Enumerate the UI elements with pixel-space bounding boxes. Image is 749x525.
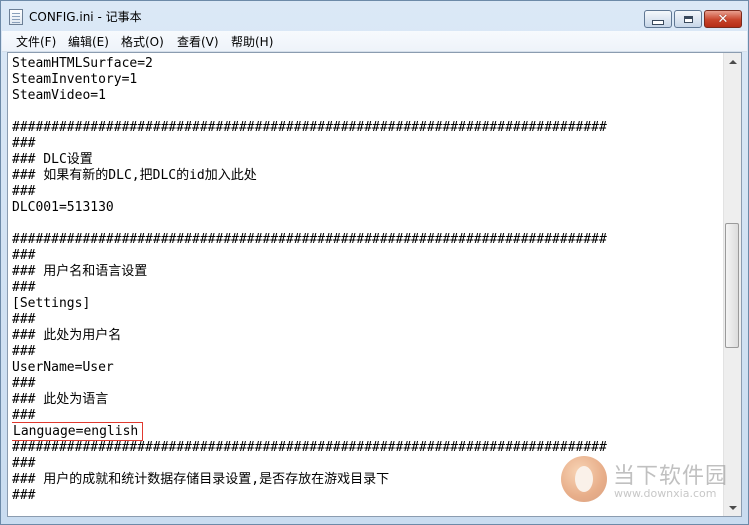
text-line: UserName=User xyxy=(12,360,114,375)
text-line: ### 如果有新的DLC,把DLC的id加入此处 xyxy=(12,168,257,183)
watermark-url: www.downxia.com xyxy=(614,487,717,500)
text-line: SteamVideo=1 xyxy=(12,88,106,103)
text-line: ### 此处为用户名 xyxy=(12,328,122,343)
text-line: SteamInventory=1 xyxy=(12,72,138,87)
window-title: CONFIG.ini - 记事本 xyxy=(29,10,142,24)
close-icon: ✕ xyxy=(717,11,729,27)
text-line: ########################################… xyxy=(12,440,607,455)
text-line: ### 此处为语言 xyxy=(12,392,109,407)
text-line: ### 用户名和语言设置 xyxy=(12,264,148,279)
menu-bar: 文件(F) 编辑(E) 格式(O) 查看(V) 帮助(H) xyxy=(2,31,747,52)
text-line xyxy=(12,216,720,232)
text-editor[interactable]: SteamHTMLSurface=2 SteamInventory=1 SteamV… xyxy=(7,52,742,517)
text-line: ### xyxy=(12,248,36,263)
arrow-down-icon xyxy=(728,505,737,510)
maximize-icon xyxy=(683,15,693,23)
watermark-logo-icon xyxy=(561,456,607,502)
text-line: SteamHTMLSurface=2 xyxy=(12,56,153,71)
text-content[interactable]: SteamHTMLSurface=2 SteamInventory=1 SteamV… xyxy=(12,56,720,514)
menu-edit[interactable]: 编辑(E) xyxy=(68,33,109,50)
text-line: ########################################… xyxy=(12,232,607,247)
text-line: ### xyxy=(12,280,36,295)
text-line: DLC001=513130 xyxy=(12,200,114,215)
text-line: ### xyxy=(12,312,36,327)
menu-file[interactable]: 文件(F) xyxy=(16,33,56,50)
text-line xyxy=(12,104,720,120)
menu-format[interactable]: 格式(O) xyxy=(121,33,164,50)
text-line: ########################################… xyxy=(12,120,607,135)
text-line: ### xyxy=(12,184,36,199)
scroll-thumb[interactable] xyxy=(725,223,739,348)
minimize-button[interactable] xyxy=(644,10,672,28)
close-button[interactable]: ✕ xyxy=(704,10,742,28)
vertical-scrollbar[interactable] xyxy=(723,53,741,516)
watermark-name: 当下软件园 xyxy=(613,464,729,489)
text-line: ### xyxy=(12,344,36,359)
watermark: 当下软件园 www.downxia.com xyxy=(561,456,741,506)
notepad-window: CONFIG.ini - 记事本 ✕ 文件(F) 编辑(E) 格式(O) 查看(… xyxy=(0,0,749,525)
maximize-button[interactable] xyxy=(674,10,702,28)
highlighted-line: Language=english xyxy=(12,422,720,441)
text-line: ### xyxy=(12,136,36,151)
arrow-up-icon xyxy=(728,59,737,64)
menu-view[interactable]: 查看(V) xyxy=(177,33,219,50)
text-line: ### xyxy=(12,408,36,423)
text-line: ### xyxy=(12,376,36,391)
scroll-up-button[interactable] xyxy=(724,53,741,70)
title-bar[interactable]: CONFIG.ini - 记事本 ✕ xyxy=(1,1,748,31)
notepad-icon[interactable] xyxy=(9,9,23,25)
menu-help[interactable]: 帮助(H) xyxy=(231,33,273,50)
minimize-icon xyxy=(652,19,664,25)
text-line: ### DLC设置 xyxy=(12,152,93,167)
text-line: [Settings] xyxy=(12,296,91,311)
